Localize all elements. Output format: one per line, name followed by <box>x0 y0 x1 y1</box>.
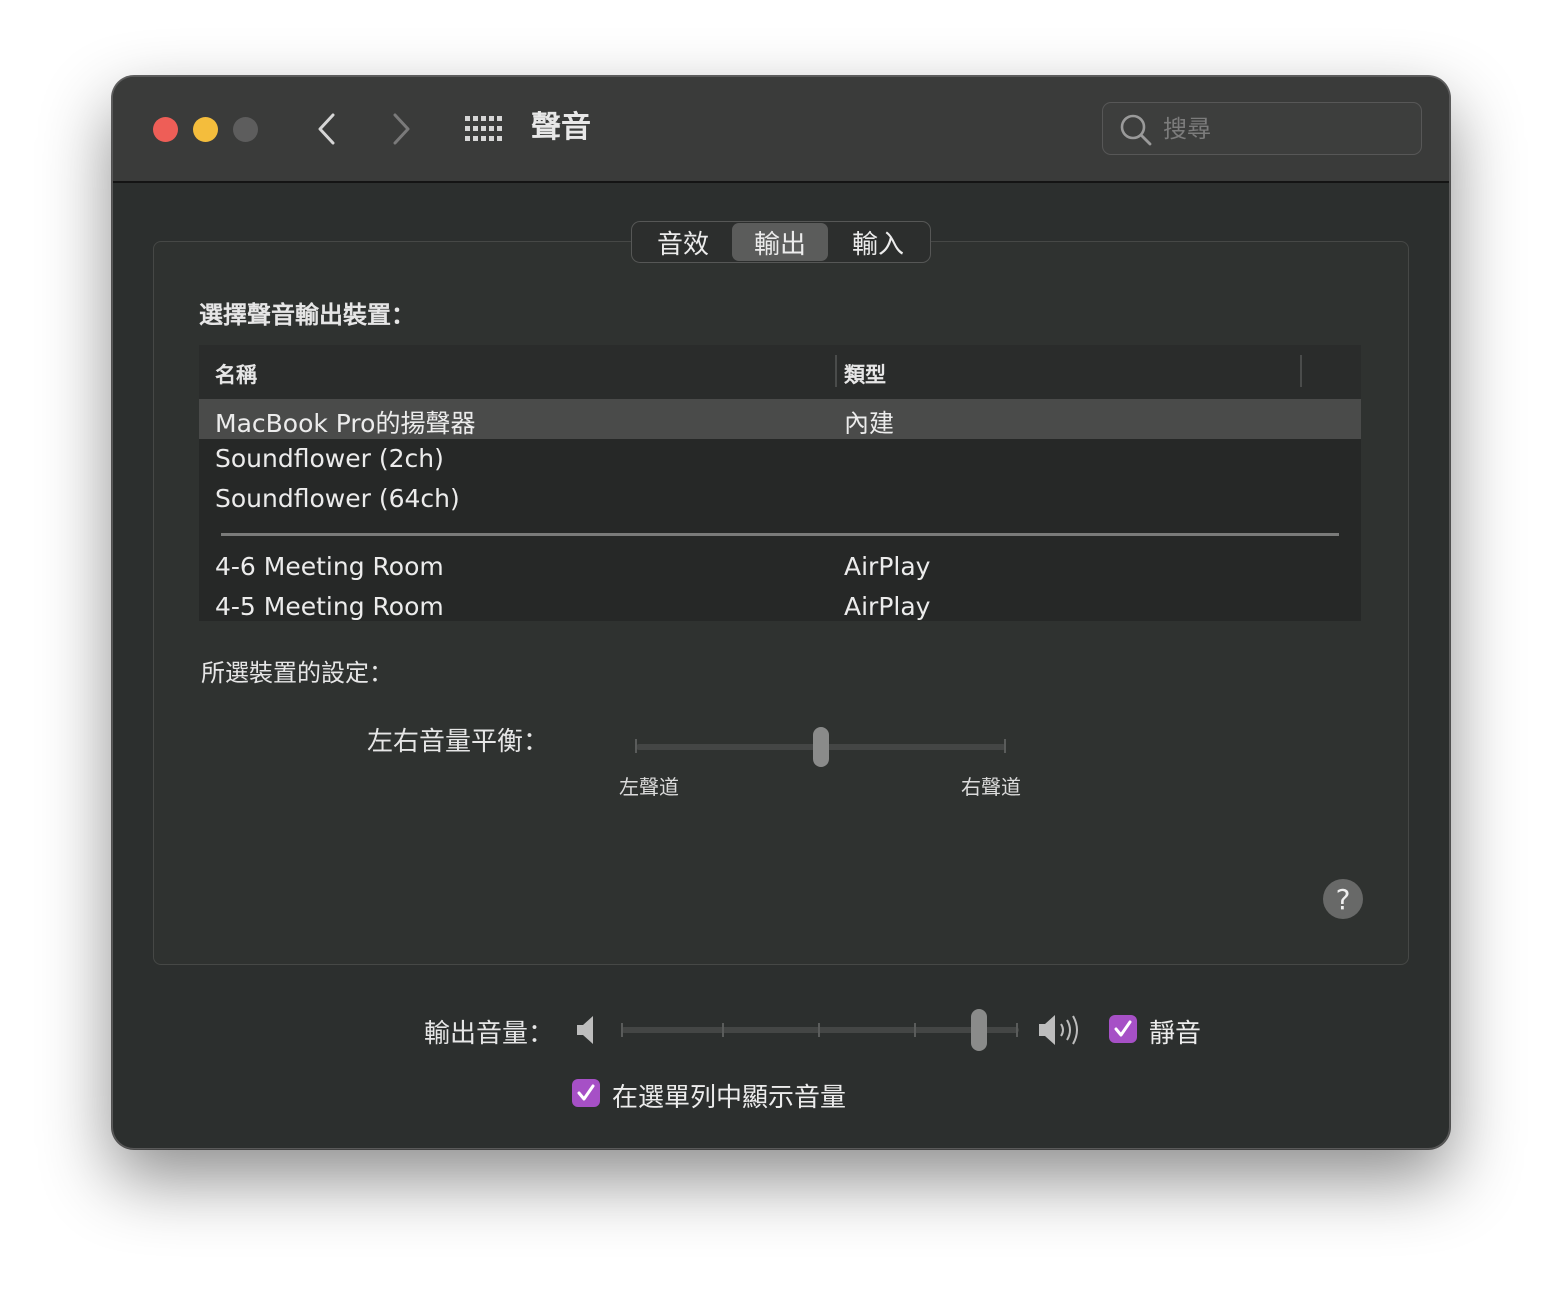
table-row[interactable]: 4-6 Meeting Room AirPlay <box>199 547 1361 587</box>
zoom-button[interactable] <box>233 117 258 142</box>
slider-tick <box>1016 1023 1018 1037</box>
volume-slider-knob[interactable] <box>971 1009 988 1051</box>
device-table[interactable]: 名稱 類型 MacBook Pro的揚聲器 內建 Soundflower (2c… <box>199 345 1361 621</box>
device-settings-label: 所選裝置的設定： <box>201 659 393 687</box>
choose-device-label: 選擇聲音輸出裝置： <box>199 301 415 329</box>
checkmark-icon <box>1114 1020 1132 1037</box>
sound-preferences-window: 聲音 音效 輸出 輸入 選擇聲音輸出裝置： 名稱 類型 MacBook Pro的… <box>112 76 1450 1149</box>
tab-input[interactable]: 輸入 <box>828 223 928 261</box>
minimize-button[interactable] <box>193 117 218 142</box>
slider-tick <box>635 739 637 753</box>
device-name: Soundflower (64ch) <box>215 484 460 513</box>
mute-label[interactable]: 靜音 <box>1149 1013 1201 1050</box>
device-name: 4-5 Meeting Room <box>215 592 444 621</box>
window-title: 聲音 <box>531 110 591 145</box>
titlebar: 聲音 <box>113 77 1449 183</box>
back-button[interactable] <box>307 109 347 149</box>
slider-tick <box>1004 739 1006 753</box>
slider-tick <box>914 1023 916 1037</box>
balance-left-label: 左聲道 <box>619 775 679 799</box>
help-button[interactable]: ? <box>1323 879 1363 919</box>
table-row[interactable]: 4-5 Meeting Room AirPlay <box>199 587 1361 621</box>
tab-bar: 音效 輸出 輸入 <box>631 221 931 263</box>
tab-output[interactable]: 輸出 <box>732 223 828 261</box>
tab-sound-effects[interactable]: 音效 <box>634 223 732 261</box>
balance-label: 左右音量平衡： <box>367 727 550 757</box>
search-field[interactable] <box>1102 102 1422 155</box>
table-header: 名稱 類型 <box>199 345 1361 400</box>
column-divider <box>1300 355 1302 387</box>
column-header-type[interactable]: 類型 <box>844 359 886 389</box>
search-icon <box>1120 114 1152 146</box>
device-name: Soundflower (2ch) <box>215 444 444 473</box>
device-type: AirPlay <box>844 552 931 581</box>
mute-checkbox[interactable] <box>1109 1015 1137 1043</box>
device-name: 4-6 Meeting Room <box>215 552 444 581</box>
forward-button[interactable] <box>381 109 421 149</box>
column-header-name[interactable]: 名稱 <box>215 359 257 389</box>
slider-tick <box>621 1023 623 1037</box>
chevron-right-icon <box>393 113 410 145</box>
chevron-left-icon <box>318 113 335 145</box>
grid-icon <box>465 116 502 141</box>
group-divider <box>221 533 1339 536</box>
speaker-low-icon <box>577 1016 593 1044</box>
device-name: MacBook Pro的揚聲器 <box>215 409 476 438</box>
slider-tick <box>818 1023 820 1037</box>
balance-right-label: 右聲道 <box>961 775 1021 799</box>
device-type: AirPlay <box>844 592 931 621</box>
table-row[interactable]: Soundflower (2ch) <box>199 439 1361 479</box>
volume-slider-track[interactable] <box>621 1027 1019 1033</box>
speaker-high-icon <box>1039 1015 1078 1045</box>
output-volume-label: 輸出音量： <box>424 1019 555 1049</box>
slider-tick <box>722 1023 724 1037</box>
table-row[interactable]: MacBook Pro的揚聲器 內建 <box>199 399 1361 439</box>
balance-slider-knob[interactable] <box>813 727 829 767</box>
close-button[interactable] <box>153 117 178 142</box>
show-all-button[interactable] <box>463 113 503 145</box>
show-volume-in-menubar-label[interactable]: 在選單列中顯示音量 <box>612 1077 846 1114</box>
checkmark-icon <box>577 1084 595 1101</box>
search-input[interactable] <box>1163 103 1413 154</box>
show-volume-in-menubar-checkbox[interactable] <box>572 1079 600 1107</box>
device-type: 內建 <box>844 409 895 438</box>
table-row[interactable]: Soundflower (64ch) <box>199 479 1361 519</box>
column-divider <box>835 355 837 387</box>
